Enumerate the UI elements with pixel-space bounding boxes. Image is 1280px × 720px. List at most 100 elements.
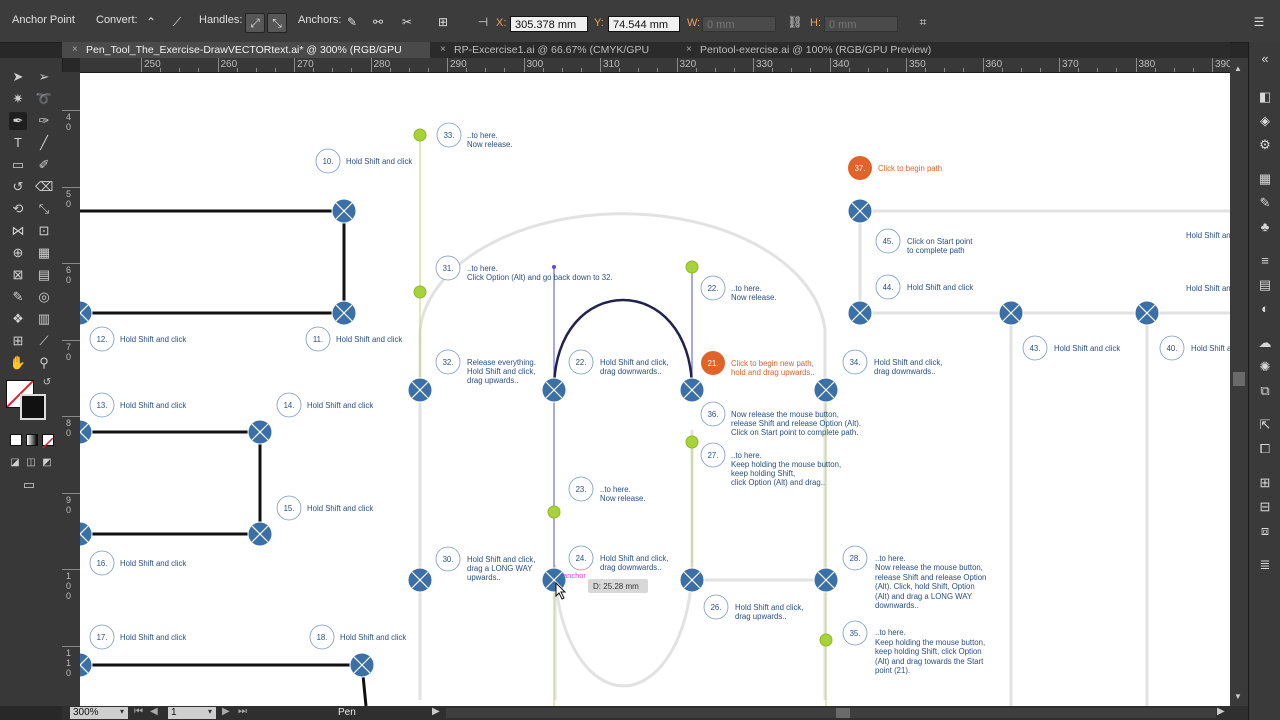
none-mode-icon[interactable] bbox=[42, 434, 54, 449]
convert-smooth-icon[interactable]: ⟋ bbox=[168, 13, 186, 31]
curvature-tool-icon[interactable]: ✑ bbox=[35, 112, 53, 130]
column-graph-tool-icon[interactable]: ▥ bbox=[35, 310, 53, 328]
prev-artboard-icon[interactable]: ◀ bbox=[150, 706, 158, 717]
artboard-tool-icon[interactable]: ⊞ bbox=[9, 332, 27, 350]
width-tool-icon[interactable]: ⋈ bbox=[9, 222, 27, 240]
gradient-tool-icon[interactable]: ▤ bbox=[35, 266, 53, 284]
transparency-icon[interactable]: ◐ bbox=[1256, 300, 1274, 318]
anchor-point[interactable] bbox=[80, 652, 93, 678]
stroke-swatch[interactable] bbox=[20, 394, 46, 420]
transform-panel-icon[interactable]: ⊞ bbox=[1256, 474, 1274, 492]
handle-point[interactable] bbox=[685, 435, 699, 449]
type-tool-icon[interactable]: T bbox=[9, 134, 27, 152]
handle-point[interactable] bbox=[819, 633, 833, 647]
hand-tool-icon[interactable]: ✋ bbox=[9, 354, 27, 372]
last-artboard-icon[interactable]: ⏭ bbox=[238, 706, 247, 717]
rectangle-tool-icon[interactable]: ▭ bbox=[9, 156, 27, 174]
artboard-dropdown-icon[interactable]: ▾ bbox=[208, 707, 212, 716]
transform-icon[interactable]: ⊣ bbox=[474, 13, 492, 31]
next-artboard-icon[interactable]: ▶ bbox=[222, 706, 230, 717]
anchor-point[interactable] bbox=[80, 419, 93, 445]
y-field[interactable]: 74.544 mm bbox=[608, 16, 680, 32]
anchor-point[interactable] bbox=[80, 300, 93, 326]
handle-point[interactable] bbox=[547, 505, 561, 519]
color-guide-icon[interactable]: ◈ bbox=[1256, 112, 1274, 130]
drawn-path[interactable] bbox=[80, 663, 368, 706]
gradient-panel-icon[interactable]: ▤ bbox=[1256, 276, 1274, 294]
horizontal-scrollbar[interactable] bbox=[446, 708, 1216, 718]
pen-tool-icon[interactable]: ✒ bbox=[9, 112, 27, 130]
kuler-icon[interactable]: ⚙ bbox=[1256, 136, 1274, 154]
graphic-styles-icon[interactable]: ⧉ bbox=[1256, 382, 1274, 400]
rotate-tool-icon[interactable]: ⟲ bbox=[9, 200, 27, 218]
free-transform-tool-icon[interactable]: ⊡ bbox=[35, 222, 53, 240]
perspective-grid-tool-icon[interactable]: ▦ bbox=[35, 244, 53, 262]
export-icon[interactable]: ⇱ bbox=[1256, 416, 1274, 434]
anchor-point[interactable] bbox=[80, 521, 93, 547]
brushes-icon[interactable]: ✎ bbox=[1256, 194, 1274, 212]
pathfinder-icon[interactable]: ⧈ bbox=[1256, 522, 1274, 540]
eyedropper-tool-icon[interactable]: ✎ bbox=[9, 288, 27, 306]
stroke-panel-icon[interactable]: ≡ bbox=[1256, 252, 1274, 270]
x-field[interactable]: 305.378 mm bbox=[510, 16, 588, 32]
screen-mode-icon[interactable]: ▭ bbox=[20, 476, 38, 494]
artboards-icon[interactable]: ⧠ bbox=[1256, 440, 1274, 458]
shaper-tool-icon[interactable]: ↺ bbox=[9, 178, 27, 196]
collapse-panels-icon[interactable]: « bbox=[1256, 50, 1274, 68]
color-mode-icon[interactable] bbox=[10, 434, 22, 446]
cut-path-icon[interactable]: ✂ bbox=[398, 13, 416, 31]
vertical-scrollbar[interactable]: ▲ ▼ bbox=[1230, 58, 1248, 706]
first-artboard-icon[interactable]: ⏮ bbox=[134, 706, 143, 717]
appearance-icon[interactable]: ✺ bbox=[1256, 358, 1274, 376]
draw-inside-icon[interactable]: ◩ bbox=[38, 454, 56, 472]
handle-point[interactable] bbox=[413, 128, 427, 142]
artwork[interactable]: 10. Hold Shift and click 11. Hold Shift … bbox=[80, 73, 1230, 706]
symbols-icon[interactable]: ♣ bbox=[1256, 218, 1274, 236]
shape-builder-tool-icon[interactable]: ⊕ bbox=[9, 244, 27, 262]
blend-tool-icon[interactable]: ◎ bbox=[35, 288, 53, 306]
handle-point[interactable] bbox=[413, 285, 427, 299]
paintbrush-tool-icon[interactable]: ✐ bbox=[35, 156, 53, 174]
tab-pen-tool-exercise[interactable]: × Pen_Tool_The_Exercise-DrawVECTORtext.a… bbox=[62, 42, 430, 72]
show-handles-icon[interactable]: ⤢ bbox=[245, 13, 265, 33]
active-path-curve[interactable] bbox=[552, 298, 694, 391]
isolate-icon[interactable]: ⌗ bbox=[914, 13, 932, 31]
close-icon[interactable]: × bbox=[686, 42, 692, 58]
magic-wand-tool-icon[interactable]: ✷ bbox=[9, 90, 27, 108]
hide-handles-icon[interactable]: ⤡ bbox=[267, 13, 287, 33]
color-panel-icon[interactable]: ◧ bbox=[1256, 88, 1274, 106]
tab-pentool-exercise[interactable]: × Pentool-exercise.ai @ 100% (RGB/GPU Pr… bbox=[676, 42, 936, 58]
gradient-mode-icon[interactable] bbox=[26, 434, 38, 446]
status-menu-icon[interactable]: ▶ bbox=[432, 706, 440, 717]
handle-point[interactable] bbox=[685, 260, 699, 274]
libraries-icon[interactable]: ☁ bbox=[1256, 334, 1274, 352]
w-field[interactable]: 0 mm bbox=[702, 16, 776, 32]
zoom-dropdown-icon[interactable]: ▾ bbox=[120, 707, 124, 716]
tab-rp-excercise[interactable]: × RP-Excercise1.ai @ 66.67% (CMYK/GPU Pr… bbox=[430, 42, 676, 72]
close-icon[interactable]: × bbox=[72, 42, 78, 58]
panel-menu-icon[interactable]: ☰ bbox=[1250, 13, 1268, 31]
scroll-right-icon[interactable]: ▶ bbox=[1217, 706, 1225, 717]
remove-anchor-icon[interactable]: ✎ bbox=[343, 13, 361, 31]
slice-tool-icon[interactable]: ⟋ bbox=[35, 332, 53, 350]
handle-point[interactable] bbox=[552, 265, 556, 269]
direct-selection-tool-icon[interactable]: ➢ bbox=[35, 68, 53, 86]
zoom-tool-icon[interactable]: ⚲ bbox=[35, 354, 53, 372]
scroll-thumb[interactable] bbox=[1233, 372, 1245, 386]
close-icon[interactable]: × bbox=[440, 42, 446, 58]
align-icon[interactable]: ⊞ bbox=[434, 13, 452, 31]
lasso-tool-icon[interactable]: ➰ bbox=[35, 90, 53, 108]
align-panel-icon[interactable]: ⊟ bbox=[1256, 498, 1274, 516]
mesh-tool-icon[interactable]: ⊠ bbox=[9, 266, 27, 284]
drawn-path[interactable] bbox=[80, 430, 262, 536]
symbol-sprayer-tool-icon[interactable]: ❖ bbox=[9, 310, 27, 328]
link-proportions-icon[interactable]: ⛓ bbox=[786, 13, 804, 31]
h-field[interactable]: 0 mm bbox=[824, 16, 898, 32]
artboard-canvas[interactable]: 10. Hold Shift and click 11. Hold Shift … bbox=[80, 73, 1230, 706]
convert-corner-icon[interactable]: ⌃ bbox=[142, 13, 160, 31]
drawn-path[interactable] bbox=[80, 209, 346, 315]
connect-anchors-icon[interactable]: ⚯ bbox=[369, 13, 387, 31]
swatches-icon[interactable]: ▦ bbox=[1256, 170, 1274, 188]
scroll-down-icon[interactable]: ▼ bbox=[1234, 692, 1242, 701]
h-scroll-thumb[interactable] bbox=[836, 708, 850, 718]
